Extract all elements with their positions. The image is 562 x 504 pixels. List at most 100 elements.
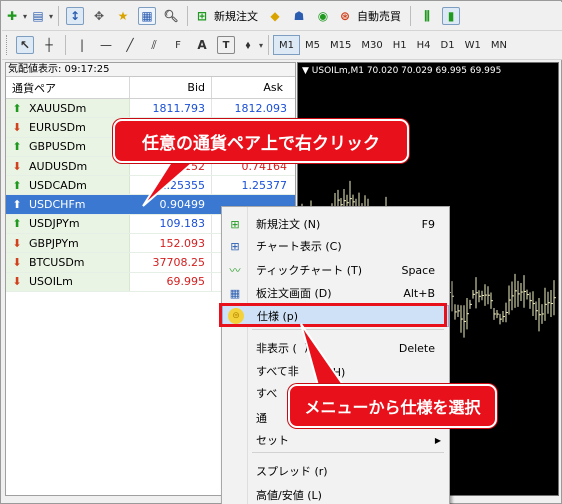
- toolbar-grip: [6, 35, 10, 55]
- bid-column-header[interactable]: Bid: [130, 77, 212, 98]
- symbol-cell: ⬇ GBPJPYm: [6, 234, 130, 253]
- menu-item-label: チャート表示 (C): [256, 240, 342, 253]
- symbol-row-xauusdm[interactable]: ⬆ XAUUSDm 1811.793 1812.093: [6, 99, 295, 119]
- menu-item-2[interactable]: 〰 ティックチャート (T) Space: [222, 259, 449, 281]
- symbol-name: XAUUSDm: [29, 101, 87, 115]
- menu-item-label: ティックチャート (T): [256, 264, 363, 277]
- timeframe-m1[interactable]: M1: [273, 35, 301, 55]
- price-down-arrow-icon: ⬇: [12, 256, 22, 270]
- vps-button[interactable]: ◉: [312, 5, 334, 27]
- symbol-cell: ⬇ AUDUSDm: [6, 156, 130, 176]
- new-order-label: 新規注文: [214, 10, 259, 23]
- cursor-tool[interactable]: ↖: [14, 34, 36, 56]
- symbol-name: USDCHFm: [29, 198, 86, 212]
- terminal-button[interactable]: ▦: [136, 5, 158, 27]
- menu-item-10[interactable]: スプレッド (r): [222, 460, 449, 482]
- text-label-tool[interactable]: T: [215, 34, 237, 56]
- text-tool-icon: A: [197, 38, 207, 52]
- menu-item-3[interactable]: ▦ 板注文画面 (D) Alt+B: [222, 282, 449, 304]
- callout-select-spec: メニューから仕様を選択: [288, 384, 497, 428]
- strategy-tester-button[interactable]: 🔍︎: [160, 5, 182, 27]
- menu-item-11[interactable]: 高値/安値 (L): [222, 484, 449, 504]
- vertical-line-tool[interactable]: |: [71, 34, 93, 56]
- symbol-cell: ⬆ USDCHFm: [6, 195, 130, 214]
- shapes-icon: ⬧: [245, 39, 251, 51]
- toolbar-separator: [410, 6, 412, 26]
- auto-trading-button[interactable]: ⊛ 自動売買: [336, 5, 405, 27]
- ask-cell: 1812.093: [234, 101, 288, 115]
- timeframe-mn[interactable]: MN: [486, 35, 512, 55]
- text-label-icon: T: [217, 36, 235, 54]
- depth-of-market-icon: ▦: [229, 286, 241, 300]
- crosshair-tool[interactable]: ┼: [38, 34, 60, 56]
- new-order-button[interactable]: ⊞ 新規注文: [193, 5, 262, 27]
- bid-cell: 1.25355: [130, 176, 212, 195]
- callout-right-click: 任意の通貨ペア上で右クリック: [113, 119, 409, 163]
- new-chart-icon: ✚: [6, 9, 18, 23]
- price-down-arrow-icon: ⬇: [12, 159, 22, 173]
- symbol-name: USDJPYm: [29, 217, 80, 231]
- symbol-cell: ⬆ USDCADm: [6, 176, 130, 195]
- ask-column-header[interactable]: Ask: [212, 77, 295, 98]
- menu-item-label: 非表示 (: [256, 342, 297, 355]
- ask-cell: 1.25377: [241, 178, 288, 192]
- menu-item-0[interactable]: ⊞ 新規注文 (N) F9: [222, 213, 449, 235]
- signals-button[interactable]: ☗: [288, 5, 310, 27]
- toolbar-separator: [187, 6, 189, 26]
- bid-cell: 69.995: [130, 272, 212, 291]
- timeframe-m30[interactable]: M30: [356, 35, 387, 55]
- horizontal-line-tool[interactable]: —: [95, 34, 117, 56]
- terminal-window: ✚ ▤ ↕ ✥ ★ ▦ 🔍︎ ⊞ 新規注文 ◆ ☗ ◉ ⊛ 自動売買 ⫼ ▮ ↖…: [0, 0, 562, 504]
- metaeditor-button[interactable]: ◆: [264, 5, 286, 27]
- price-up-arrow-icon: ⬆: [12, 217, 22, 231]
- candlestick-button[interactable]: ▮: [440, 5, 462, 27]
- star-folder-icon: ★: [117, 9, 129, 23]
- bar-chart-icon: ⫼: [424, 8, 430, 23]
- symbol-name: USDCADm: [29, 178, 87, 192]
- symbol-cell: ⬆ GBPUSDm: [6, 137, 130, 156]
- fibonacci-tool[interactable]: F: [167, 34, 189, 56]
- bid-cell: 109.183: [130, 214, 212, 234]
- symbol-column-header[interactable]: 通貨ペア: [6, 77, 130, 98]
- menu-item-label: 新規注文 (N): [256, 218, 321, 231]
- crosshair-compass-icon: ✥: [94, 9, 105, 23]
- menu-item-9[interactable]: セット ▶: [222, 429, 449, 451]
- timeframe-w1[interactable]: W1: [460, 35, 486, 55]
- symbol-cell: ⬇ EURUSDm: [6, 118, 130, 137]
- symbol-cell: ⬆ USDJPYm: [6, 214, 130, 234]
- timeframe-h1[interactable]: H1: [388, 35, 412, 55]
- navigator-button[interactable]: ✥: [88, 5, 110, 27]
- symbol-name: GBPUSDm: [29, 140, 86, 154]
- profiles-button[interactable]: ▤: [29, 5, 53, 27]
- equidistant-channel-tool[interactable]: ⫽: [143, 34, 165, 56]
- market-watch-button[interactable]: ↕: [64, 5, 86, 27]
- new-chart-button[interactable]: ✚: [3, 5, 27, 27]
- menu-item-label: スプレッド (r): [256, 465, 328, 478]
- fibonacci-icon: F: [175, 39, 181, 51]
- menu-item-shortcut: Delete: [398, 341, 435, 355]
- profiles-icon: ▤: [32, 9, 44, 23]
- timeframe-d1[interactable]: D1: [436, 35, 460, 55]
- price-down-arrow-icon: ⬇: [12, 120, 22, 134]
- market-watch-icon: ↕: [66, 7, 85, 25]
- trendline-tool[interactable]: ╱: [119, 34, 141, 56]
- menu-item-label: 高値/安値 (L): [256, 489, 322, 502]
- menu-item-1[interactable]: ⊞ チャート表示 (C): [222, 235, 449, 257]
- price-down-arrow-icon: ⬇: [12, 275, 22, 289]
- text-tool[interactable]: A: [191, 34, 213, 56]
- timeframe-m5[interactable]: M5: [300, 35, 325, 55]
- timeframe-m15[interactable]: M15: [325, 35, 356, 55]
- timeframe-h4[interactable]: H4: [412, 35, 436, 55]
- toolbar-separator: [65, 35, 66, 55]
- price-up-arrow-icon: ⬆: [12, 178, 22, 192]
- market-watch-title: 気配値表示: 09:17:25: [6, 63, 295, 77]
- market-watch-header: 通貨ペア Bid Ask: [6, 77, 295, 99]
- favorites-button[interactable]: ★: [112, 5, 134, 27]
- symbol-row-usdcadm[interactable]: ⬆ USDCADm 1.25355 1.25377: [6, 176, 295, 196]
- context-menu: ⊞ 新規注文 (N) F9 ⊞ チャート表示 (C) 〰 ティックチャート (T) Space…: [221, 206, 450, 504]
- menu-item-5[interactable]: 非表示 ( Delete: [222, 337, 449, 359]
- shapes-tool[interactable]: ⬧: [239, 34, 263, 56]
- bar-chart-button[interactable]: ⫼: [416, 5, 438, 27]
- crosshair-icon: ┼: [45, 38, 53, 52]
- horizontal-line-icon: —: [100, 38, 112, 52]
